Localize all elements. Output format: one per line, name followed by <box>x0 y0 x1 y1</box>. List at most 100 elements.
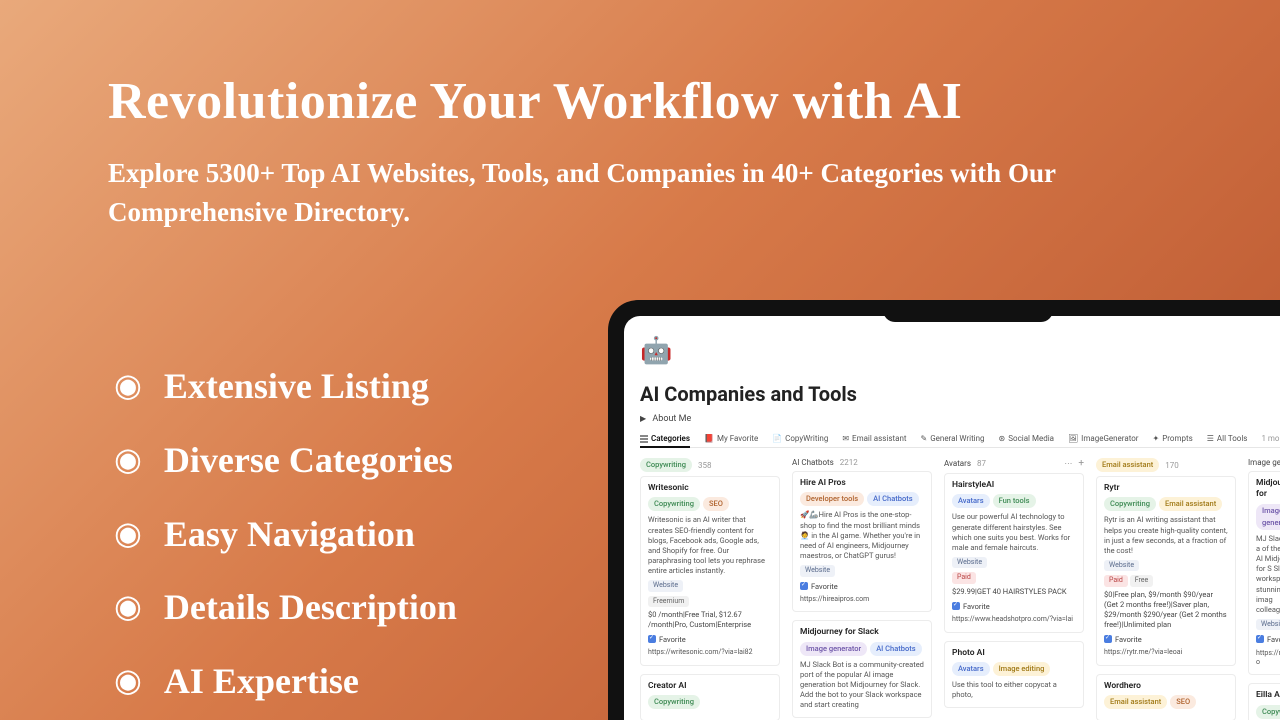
column: AI Chatbots 2212 Hire AI Pros Developer t… <box>792 456 932 720</box>
column: Email assistant170 Rytr CopywritingEmail… <box>1096 456 1236 720</box>
card-desc: MJ Slack Bot is a community-created port… <box>800 660 924 711</box>
tag: Image editing <box>993 662 1051 676</box>
tabs-more[interactable]: 1 more... <box>1261 434 1280 443</box>
hero-headline: Revolutionize Your Workflow with AI <box>108 72 1220 131</box>
card-desc: Use our powerful AI technology to genera… <box>952 512 1076 553</box>
column-count: 358 <box>698 461 712 470</box>
card-wordhero[interactable]: Wordhero Email assistantSEO <box>1096 674 1236 720</box>
tab-alltools[interactable]: ☰ All Tools <box>1207 434 1248 443</box>
tag: Avatars <box>952 494 990 508</box>
column-menu[interactable]: ⋯ <box>1064 459 1072 468</box>
tab-categories[interactable]: Categories <box>640 434 690 448</box>
tab-copywriting[interactable]: 📄 CopyWriting <box>772 434 828 443</box>
card-mj2[interactable]: Midjourney for Image generato MJ Slack B… <box>1248 471 1280 675</box>
tag: Developer tools <box>800 492 864 506</box>
badge-free: Free <box>1130 575 1154 586</box>
card-mjslack[interactable]: Midjourney for Slack Image generatorAI C… <box>792 620 932 718</box>
tag: Email assistant <box>1159 497 1222 511</box>
badge-website: Website <box>1104 560 1139 571</box>
board-columns: Copywriting 358 Writesonic CopywritingSEO… <box>640 456 1280 720</box>
badge-website: Website <box>800 565 835 576</box>
card-rytr[interactable]: Rytr CopywritingEmail assistant Rytr is … <box>1096 476 1236 666</box>
badge-paid: Paid <box>1104 575 1128 586</box>
card-url: https://www.headshotpro.com/?via=lai <box>952 615 1076 624</box>
card-title: Creator AI <box>648 681 772 692</box>
bullet-item: Details Description <box>114 571 457 645</box>
hero-subhead: Explore 5300+ Top AI Websites, Tools, an… <box>108 154 1178 232</box>
promo-stage: Revolutionize Your Workflow with AI Expl… <box>0 0 1280 720</box>
tablet-notch <box>883 300 1053 322</box>
checkbox-icon <box>1104 635 1112 643</box>
card-hireaipros[interactable]: Hire AI Pros Developer toolsAI Chatbots … <box>792 471 932 612</box>
card-desc: Rytr is an AI writing assistant that hel… <box>1104 515 1228 556</box>
badge-website: Website <box>648 580 683 591</box>
favorite-check[interactable]: Favorite <box>952 601 1076 612</box>
tab-imagegen[interactable]: 🖼 ImageGenerator <box>1068 434 1139 443</box>
column: Image generat Midjourney for Image gener… <box>1248 456 1280 720</box>
column-label: Image generat <box>1248 458 1280 467</box>
checkbox-icon <box>648 635 656 643</box>
card-hairstyleai[interactable]: HairstyleAI AvatarsFun tools Use our pow… <box>944 473 1084 633</box>
tag: Copywriting <box>648 497 700 511</box>
card-photoai[interactable]: Photo AI AvatarsImage editing Use this t… <box>944 641 1084 709</box>
add-card-button[interactable]: + <box>1078 458 1084 469</box>
tag: Email assistant <box>1104 695 1167 709</box>
card-title: Photo AI <box>952 648 1076 659</box>
bullet-item: Easy Navigation <box>114 498 457 572</box>
column-count: 170 <box>1165 461 1179 470</box>
tab-email[interactable]: ✉ Email assistant <box>842 434 906 443</box>
tag: Copywriting <box>1256 705 1280 719</box>
card-url: https://hireaipros.com <box>800 595 924 604</box>
card-desc: MJ Slack Bot is a of the popular AI Midj… <box>1256 534 1280 615</box>
tag: AI Chatbots <box>867 492 918 506</box>
about-toggle[interactable]: ▶ About Me <box>640 414 1280 424</box>
column-count: 2212 <box>840 458 858 467</box>
card-title: Midjourney for <box>1256 478 1280 501</box>
card-title: Midjourney for Slack <box>800 627 924 638</box>
bullet-item: Extensive Listing <box>114 350 457 424</box>
favorite-check[interactable]: Favorite <box>648 634 772 645</box>
tab-general[interactable]: ✎ General Writing <box>921 434 985 443</box>
tag: AI Chatbots <box>870 642 921 656</box>
favorite-check[interactable]: Favorite <box>1104 634 1228 645</box>
tag: Copywriting <box>1104 497 1156 511</box>
card-desc: Use this tool to either copycat a photo, <box>952 680 1076 700</box>
tab-favorite[interactable]: 📕 My Favorite <box>704 434 758 443</box>
badge-paid: Paid <box>952 572 976 583</box>
card-title: Rytr <box>1104 483 1228 494</box>
tab-prompts[interactable]: ✦ Prompts <box>1153 434 1193 443</box>
card-title: Eilla AI <box>1256 690 1280 701</box>
card-url: https://writesonic.com/?via=lai82 <box>648 648 772 657</box>
tablet-mockup: 🤖 AI Companies and Tools ▶ About Me Cate… <box>608 300 1280 720</box>
card-price: $0|Free plan, $9/month $90/year (Get 2 m… <box>1104 590 1228 631</box>
bullet-item: AI Expertise <box>114 645 457 719</box>
list-icon <box>640 435 648 443</box>
checkbox-icon <box>1256 635 1264 643</box>
card-title: Hire AI Pros <box>800 478 924 489</box>
card-price: $0 /month|Free Trial, $12.67 /month|Pro,… <box>648 610 772 630</box>
feature-bullets: Extensive Listing Diverse Categories Eas… <box>114 350 457 719</box>
card-url: https://rytr.me/?via=leoai <box>1104 648 1228 657</box>
card-creatorai[interactable]: Creator AI Copywriting <box>640 674 780 720</box>
tag: Avatars <box>952 662 990 676</box>
tag: Image generato <box>1256 504 1280 530</box>
tag: Copywriting <box>648 695 700 709</box>
badge-website: Website <box>1256 619 1280 630</box>
badge-pricing: Freemium <box>648 596 689 607</box>
card-url: https://mjslackbo <box>1256 649 1280 668</box>
favorite-check[interactable]: Favorite <box>1256 634 1280 645</box>
favorite-check[interactable]: Favorite <box>800 581 924 592</box>
caret-right-icon: ▶ <box>640 414 646 423</box>
page-title: AI Companies and Tools <box>640 382 1280 406</box>
column-label: Avatars <box>944 459 971 468</box>
card-eilla[interactable]: Eilla AI Copywriting Eilla.ai is an AI-p… <box>1248 683 1280 720</box>
tag: Fun tools <box>993 494 1036 508</box>
tab-social[interactable]: ⊛ Social Media <box>999 434 1054 443</box>
checkbox-icon <box>952 602 960 610</box>
column-label: AI Chatbots <box>792 458 834 467</box>
card-writesonic[interactable]: Writesonic CopywritingSEO Writesonic is … <box>640 476 780 666</box>
notion-screen: 🤖 AI Companies and Tools ▶ About Me Cate… <box>624 316 1280 720</box>
column: Copywriting 358 Writesonic CopywritingSEO… <box>640 456 780 720</box>
robot-icon: 🤖 <box>640 336 1280 366</box>
card-desc: Writesonic is an AI writer that creates … <box>648 515 772 576</box>
